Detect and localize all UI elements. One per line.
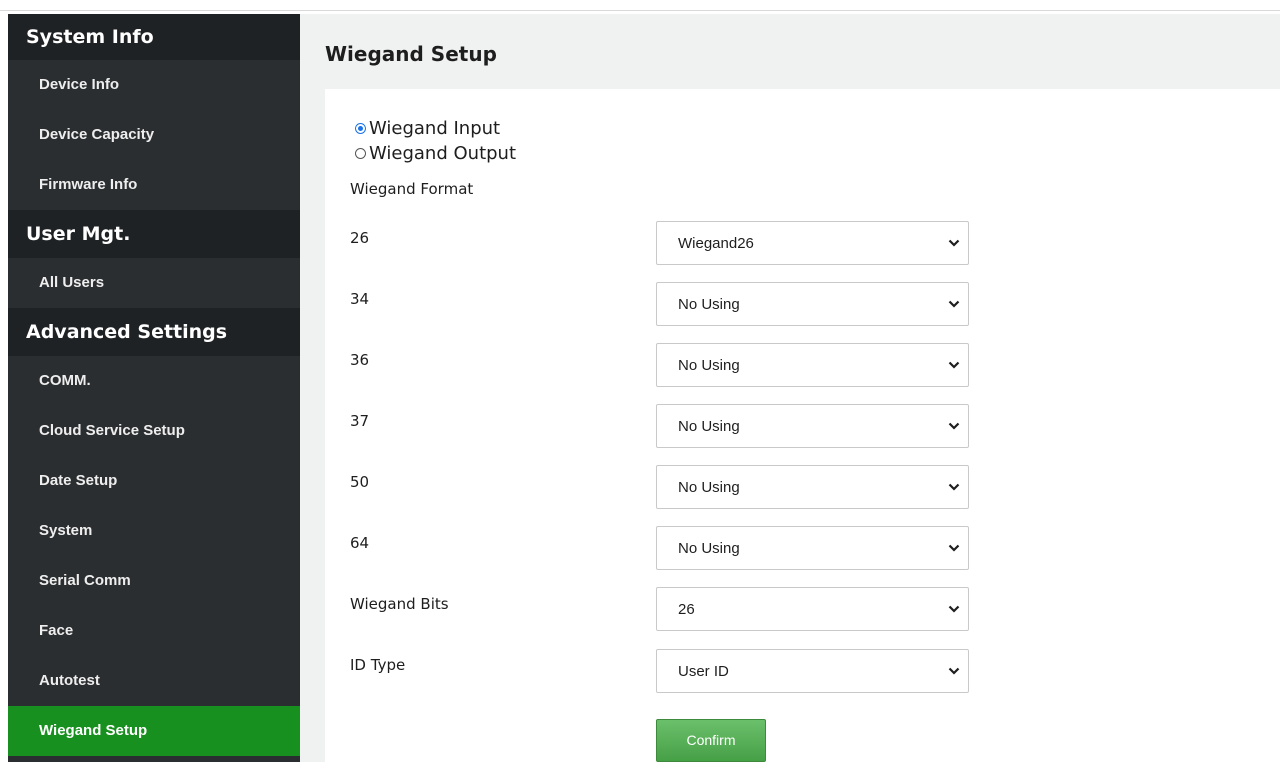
format-36-label: 36 bbox=[350, 351, 370, 369]
sidebar-item-device-capacity[interactable]: Device Capacity bbox=[8, 110, 300, 160]
radio-wiegand-input[interactable]: Wiegand Input bbox=[355, 117, 500, 139]
radio-label-wiegand-output: Wiegand Output bbox=[369, 142, 517, 164]
chevron-down-icon bbox=[948, 544, 960, 552]
top-border bbox=[0, 0, 1280, 11]
format-50-value: No Using bbox=[678, 479, 740, 496]
chevron-down-icon bbox=[948, 605, 960, 613]
format-34-select[interactable]: No Using bbox=[656, 282, 969, 326]
format-37-select[interactable]: No Using bbox=[656, 404, 969, 448]
wiegand-bits-value: 26 bbox=[678, 601, 695, 618]
sidebar-item-device-info[interactable]: Device Info bbox=[8, 60, 300, 110]
format-36-select[interactable]: No Using bbox=[656, 343, 969, 387]
sidebar-section-user-mgt: User Mgt. bbox=[8, 210, 300, 258]
wiegand-format-heading: Wiegand Format bbox=[350, 180, 474, 198]
id-type-label: ID Type bbox=[350, 656, 406, 674]
page-title: Wiegand Setup bbox=[325, 42, 497, 66]
radio-button-unchecked[interactable] bbox=[355, 147, 366, 159]
format-37-label: 37 bbox=[350, 412, 370, 430]
format-26-value: Wiegand26 bbox=[678, 235, 754, 252]
sidebar-item-cloud-service-setup[interactable]: Cloud Service Setup bbox=[8, 406, 300, 456]
chevron-down-icon bbox=[948, 422, 960, 430]
sidebar-item-serial-comm[interactable]: Serial Comm bbox=[8, 556, 300, 606]
sidebar-item-comm[interactable]: COMM. bbox=[8, 356, 300, 406]
sidebar: System Info Device Info Device Capacity … bbox=[8, 14, 300, 762]
format-50-label: 50 bbox=[350, 473, 370, 491]
sidebar-item-wiegand-setup[interactable]: Wiegand Setup bbox=[8, 706, 300, 756]
wiegand-bits-select[interactable]: 26 bbox=[656, 587, 969, 631]
id-type-value: User ID bbox=[678, 663, 729, 680]
sidebar-section-system-info: System Info bbox=[8, 14, 300, 60]
format-34-label: 34 bbox=[350, 290, 370, 308]
format-26-select[interactable]: Wiegand26 bbox=[656, 221, 969, 265]
wiegand-bits-label: Wiegand Bits bbox=[350, 595, 449, 613]
format-50-select[interactable]: No Using bbox=[656, 465, 969, 509]
sidebar-item-all-users[interactable]: All Users bbox=[8, 258, 300, 308]
format-37-value: No Using bbox=[678, 418, 740, 435]
sidebar-item-system[interactable]: System bbox=[8, 506, 300, 556]
chevron-down-icon bbox=[948, 300, 960, 308]
format-36-value: No Using bbox=[678, 357, 740, 374]
sidebar-item-face[interactable]: Face bbox=[8, 606, 300, 656]
main-content: Wiegand Setup Wiegand Input Wiegand Outp… bbox=[300, 14, 1280, 762]
id-type-select[interactable]: User ID bbox=[656, 649, 969, 693]
radio-button-checked[interactable] bbox=[355, 122, 366, 134]
radio-wiegand-output[interactable]: Wiegand Output bbox=[355, 142, 516, 164]
format-26-label: 26 bbox=[350, 229, 370, 247]
sidebar-item-autotest[interactable]: Autotest bbox=[8, 656, 300, 706]
chevron-down-icon bbox=[948, 483, 960, 491]
chevron-down-icon bbox=[948, 667, 960, 675]
sidebar-item-date-setup[interactable]: Date Setup bbox=[8, 456, 300, 506]
chevron-down-icon bbox=[948, 361, 960, 369]
wiegand-form-panel: Wiegand Input Wiegand Output Wiegand For… bbox=[325, 89, 1280, 762]
format-64-label: 64 bbox=[350, 534, 370, 552]
radio-label-wiegand-input: Wiegand Input bbox=[369, 117, 501, 139]
sidebar-item-firmware-info[interactable]: Firmware Info bbox=[8, 160, 300, 210]
format-64-value: No Using bbox=[678, 540, 740, 557]
format-34-value: No Using bbox=[678, 296, 740, 313]
chevron-down-icon bbox=[948, 239, 960, 247]
confirm-button[interactable]: Confirm bbox=[656, 719, 766, 762]
format-64-select[interactable]: No Using bbox=[656, 526, 969, 570]
sidebar-section-advanced-settings: Advanced Settings bbox=[8, 308, 300, 356]
